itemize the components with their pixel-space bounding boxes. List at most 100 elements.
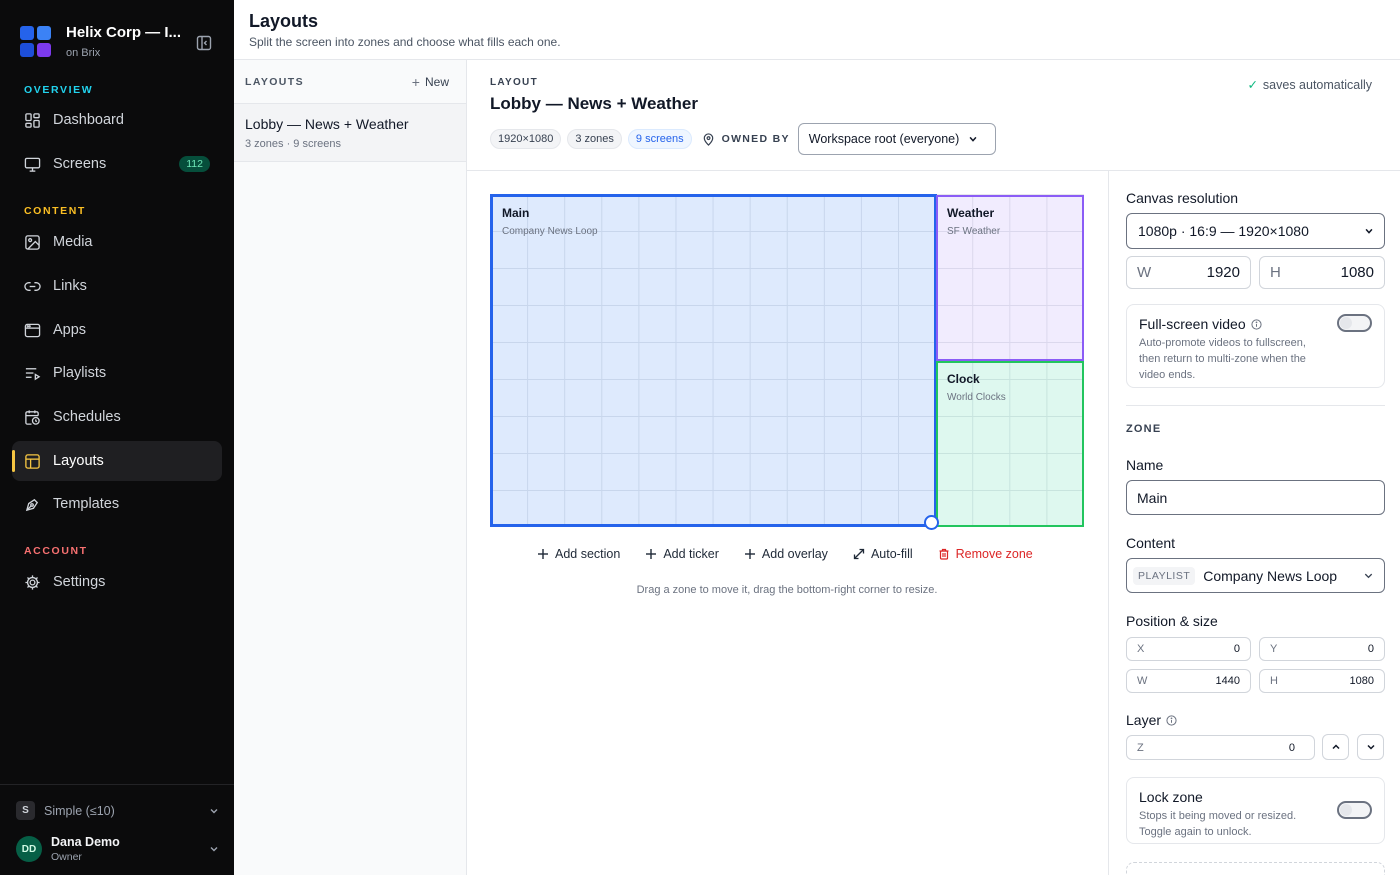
link-icon (24, 281, 41, 291)
zone-main[interactable]: Main Company News Loop (490, 194, 937, 527)
sidebar-item-label: Templates (53, 496, 120, 512)
zone-name-input[interactable]: Main (1126, 480, 1385, 515)
logo-square (20, 43, 34, 57)
sidebar-item-apps[interactable]: Apps (12, 310, 222, 350)
new-layout-button[interactable]: + New (412, 74, 449, 90)
resolution-chip: 1920×1080 (490, 129, 562, 149)
chevron-down-icon (1366, 744, 1375, 750)
zone-h-field[interactable]: H 1080 (1259, 669, 1385, 693)
auto-fill-button[interactable]: Auto-fill (853, 547, 913, 561)
workspace-brand[interactable]: Helix Corp — I... on Brix (20, 24, 181, 59)
zone-name: Main (502, 206, 530, 220)
sidebar-item-schedules[interactable]: Schedules (12, 397, 222, 437)
sidebar: Helix Corp — I... on Brix OVERVIEW Dashb… (0, 0, 234, 875)
user-menu[interactable]: DD Dana Demo Owner (16, 835, 220, 863)
layer-down-button[interactable] (1357, 734, 1384, 760)
expand-icon (853, 548, 865, 560)
zone-resize-handle[interactable] (924, 515, 939, 530)
sidebar-item-media[interactable]: Media (12, 222, 222, 262)
info-icon[interactable] (1251, 318, 1262, 330)
plus-icon: + (411, 74, 420, 90)
properties-panel: Canvas resolution 1080p · 16:9 — 1920×10… (1108, 171, 1400, 875)
add-section-button[interactable]: Add section (537, 547, 620, 561)
section-account-label: ACCOUNT (24, 545, 88, 557)
workspace-subtitle: on Brix (66, 47, 101, 59)
zone-content: Company News Loop (502, 226, 598, 237)
sidebar-item-links[interactable]: Links (12, 266, 222, 306)
zone-x-field[interactable]: X 0 (1126, 637, 1251, 661)
plan-label: Simple (≤10) (44, 803, 115, 818)
canvas-toolbar: Add section Add ticker Add overlay Auto-… (537, 547, 1058, 561)
calendar-clock-icon (25, 409, 40, 425)
chevron-down-icon (969, 136, 977, 142)
monitor-icon (24, 157, 41, 172)
layouts-list-panel: LAYOUTS + New Lobby — News + Weather 3 z… (234, 60, 467, 875)
resolution-select[interactable]: 1080p · 16:9 — 1920×1080 (1126, 213, 1385, 249)
screens-chip[interactable]: 9 screens (627, 129, 692, 149)
playlist-icon (25, 367, 41, 380)
owned-by: OWNED BY Workspace root (everyone) (702, 123, 996, 155)
layouts-list-title: LAYOUTS (245, 76, 305, 88)
sidebar-item-label: Screens (53, 156, 107, 172)
plan-switcher[interactable]: S Simple (≤10) (16, 801, 220, 820)
layer-z-field[interactable]: Z 0 (1126, 735, 1315, 760)
position-size-label: Position & size (1126, 613, 1218, 629)
sidebar-item-layouts[interactable]: Layouts (12, 441, 222, 481)
zone-clock[interactable]: Clock World Clocks (936, 361, 1084, 527)
owner-select[interactable]: Workspace root (everyone) (797, 123, 996, 155)
add-ticker-button[interactable]: Add ticker (645, 547, 719, 561)
fullscreen-video-card: Full-screen video Auto-promote videos to… (1126, 304, 1385, 388)
zone-y-field[interactable]: Y 0 (1259, 637, 1385, 661)
layout-canvas[interactable]: Main Company News Loop Weather SF Weathe… (490, 194, 1084, 530)
w-value: 1440 (1215, 675, 1240, 687)
h-label: H (1270, 675, 1278, 687)
layout-list-item[interactable]: Lobby — News + Weather 3 zones · 9 scree… (234, 104, 466, 162)
fullscreen-video-label: Full-screen video (1139, 316, 1246, 332)
zone-content: SF Weather (947, 226, 1001, 237)
zone-weather[interactable]: Weather SF Weather (936, 195, 1084, 361)
sidebar-item-templates[interactable]: Templates (12, 484, 222, 524)
sidebar-item-screens[interactable]: Screens 112 (12, 144, 222, 184)
canvas-height-field[interactable]: H 1080 (1259, 256, 1385, 289)
lock-zone-title: Lock zone (1139, 789, 1203, 805)
layout-title: Lobby — News + Weather (490, 94, 698, 113)
height-value: 1080 (1340, 264, 1374, 281)
zone-content: World Clocks (947, 392, 1006, 403)
image-icon (25, 234, 40, 250)
gear-icon (25, 574, 40, 590)
add-overlay-button[interactable]: Add overlay (744, 547, 828, 561)
x-value: 0 (1233, 643, 1240, 655)
sidebar-item-dashboard[interactable]: Dashboard (12, 100, 222, 140)
sidebar-item-label: Apps (53, 322, 87, 338)
zone-name-value: Main (1137, 489, 1168, 506)
remove-zone-label: Remove zone (955, 547, 1033, 561)
sidebar-item-label: Layouts (53, 453, 104, 469)
layout-chips: 1920×1080 3 zones 9 screens OWNED BY Wor… (490, 123, 996, 155)
y-value: 0 (1367, 643, 1374, 655)
sidebar-item-playlists[interactable]: Playlists (12, 353, 222, 393)
width-value: 1920 (1206, 264, 1240, 281)
avatar: DD (16, 836, 42, 862)
canvas-width-field[interactable]: W 1920 (1126, 256, 1251, 289)
remove-zone-button[interactable]: Remove zone (938, 547, 1033, 561)
add-ticker-label: Add ticker (663, 547, 719, 561)
fullscreen-video-toggle[interactable] (1337, 314, 1372, 332)
layer-up-button[interactable] (1322, 734, 1349, 760)
collapse-sidebar-icon[interactable] (196, 35, 212, 51)
content-select[interactable]: PLAYLIST Company News Loop (1126, 558, 1385, 593)
plan-letter-icon: S (16, 801, 35, 820)
zone-w-field[interactable]: W 1440 (1126, 669, 1251, 693)
info-icon[interactable] (1166, 714, 1177, 726)
z-value: 0 (1288, 741, 1295, 754)
sidebar-item-label: Dashboard (53, 112, 124, 128)
divider (1126, 405, 1385, 406)
check-icon: ✓ (1247, 78, 1258, 92)
chevron-up-icon (1331, 744, 1340, 750)
trash-icon (939, 548, 949, 560)
section-overview-label: OVERVIEW (24, 84, 94, 96)
chevron-down-icon (1364, 573, 1373, 579)
sidebar-item-settings[interactable]: Settings (12, 562, 222, 602)
add-section-label: Add section (555, 547, 621, 561)
lock-zone-toggle[interactable] (1337, 801, 1372, 819)
sidebar-item-label: Playlists (53, 365, 107, 381)
